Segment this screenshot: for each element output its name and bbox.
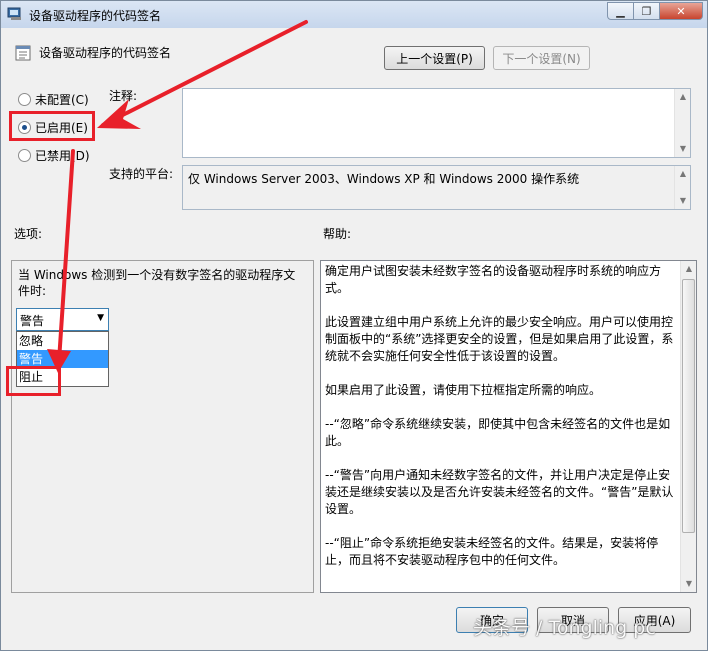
platform-value: 仅 Windows Server 2003、Windows XP 和 Windo… (188, 172, 580, 186)
disabled-radio[interactable] (18, 149, 31, 162)
options-label: 选项: (14, 227, 43, 241)
title-bar[interactable]: 设备驱动程序的代码签名 ▁ ❐ ✕ (1, 1, 707, 28)
scroll-down-icon[interactable]: ▼ (681, 576, 697, 592)
platform-box: 仅 Windows Server 2003、Windows XP 和 Windo… (182, 165, 691, 210)
not-configured-radio[interactable] (18, 93, 31, 106)
scroll-thumb[interactable] (682, 279, 695, 533)
policy-dialog: 设备驱动程序的代码签名 ▁ ❐ ✕ 设备驱动程序的代码签名 上一个设置(P) 下… (0, 0, 708, 651)
scroll-down-icon[interactable]: ▼ (675, 193, 691, 209)
not-configured-label: 未配置(C) (35, 93, 89, 107)
help-paragraph: 如果启用了此设置，请使用下拉框指定所需的响应。 (325, 383, 602, 397)
help-scrollbar[interactable]: ▲ ▼ (680, 261, 696, 592)
help-paragraph: 此设置建立组中用户系统上允许的最少安全响应。用户可以使用控制面板中的“系统”选择… (325, 315, 674, 363)
help-label: 帮助: (323, 227, 352, 241)
dropdown-value: 警告 (20, 314, 45, 328)
watermark: 头条号 / Tongling pc (473, 617, 656, 639)
help-panel: 确定用户试图安装未经数字签名的设备驱动程序时系统的响应方式。 此设置建立组中用户… (320, 260, 697, 593)
help-paragraph: 确定用户试图安装未经数字签名的设备驱动程序时系统的响应方式。 (325, 264, 662, 295)
window-title: 设备驱动程序的代码签名 (29, 9, 162, 23)
scroll-up-icon[interactable]: ▲ (675, 89, 691, 105)
platform-scrollbar[interactable]: ▲ ▼ (674, 166, 690, 209)
policy-setting-icon (15, 45, 31, 61)
close-icon[interactable]: ✕ (659, 2, 703, 20)
help-text: 确定用户试图安装未经数字签名的设备驱动程序时系统的响应方式。 此设置建立组中用户… (325, 263, 677, 586)
comment-textarea[interactable]: ▲ ▼ (182, 88, 691, 158)
comment-label: 注释: (109, 89, 138, 103)
annotation-box-block (6, 366, 61, 396)
scroll-down-icon[interactable]: ▼ (675, 141, 691, 157)
help-paragraph: --“阻止”命令系统拒绝安装未经签名的文件。结果是，安装将停止，而且将不安装驱动… (325, 536, 659, 567)
response-dropdown[interactable]: 警告 ▼ (16, 308, 109, 331)
help-paragraph: --“警告”向用户通知未经数字签名的文件，并让用户决定是停止安装还是继续安装以及… (325, 468, 674, 516)
scroll-up-icon[interactable]: ▲ (681, 261, 697, 277)
minimize-icon[interactable]: ▁ (607, 2, 634, 20)
disabled-label: 已禁用(D) (35, 149, 90, 163)
restore-icon[interactable]: ❐ (633, 2, 660, 20)
comment-scrollbar[interactable]: ▲ ▼ (674, 89, 690, 157)
chevron-down-icon[interactable]: ▼ (97, 313, 104, 323)
next-setting-button[interactable]: 下一个设置(N) (493, 46, 590, 70)
dropdown-item-ignore[interactable]: 忽略 (17, 332, 108, 350)
policy-icon (7, 7, 21, 20)
previous-setting-button[interactable]: 上一个设置(P) (384, 46, 485, 70)
help-paragraph: --“忽略”命令系统继续安装，即使其中包含未经签名的文件也是如此。 (325, 417, 671, 448)
options-description: 当 Windows 检测到一个没有数字签名的驱动程序文件时: (18, 268, 296, 298)
platform-label: 支持的平台: (109, 167, 174, 181)
policy-name: 设备驱动程序的代码签名 (39, 46, 172, 60)
annotation-box-enabled (9, 111, 95, 141)
scroll-up-icon[interactable]: ▲ (675, 166, 691, 182)
